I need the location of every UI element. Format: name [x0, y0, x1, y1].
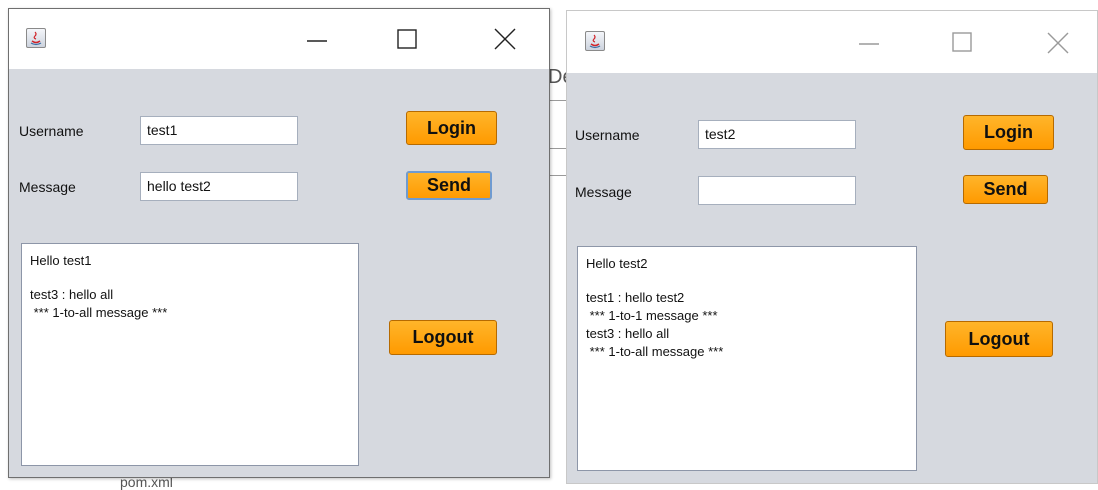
logout-button[interactable]: Logout [389, 320, 497, 355]
username-field[interactable]: test1 [140, 116, 298, 145]
close-icon[interactable] [1038, 23, 1078, 63]
username-label: Username [575, 127, 640, 143]
message-field[interactable] [698, 176, 856, 205]
chat-window-right: Username test2 Login Message Send Hello … [566, 10, 1098, 484]
java-app-icon [585, 31, 605, 51]
java-app-icon [26, 28, 46, 48]
chat-line: test1 : hello test2 [586, 290, 685, 305]
chat-log[interactable]: Hello test1 test3 : hello all *** 1-to-a… [21, 243, 359, 466]
background-divider [548, 100, 566, 101]
chat-line: test3 : hello all [30, 287, 114, 302]
maximize-icon[interactable] [942, 23, 982, 63]
message-field[interactable]: hello test2 [140, 172, 298, 201]
chat-line: Hello test1 [30, 253, 92, 268]
send-button[interactable]: Send [406, 171, 492, 200]
chat-line: test3 : hello all [586, 326, 670, 341]
login-button[interactable]: Login [963, 115, 1054, 150]
minimize-icon[interactable] [297, 19, 337, 59]
title-bar [9, 9, 549, 69]
minimize-icon[interactable] [849, 23, 889, 63]
maximize-icon[interactable] [387, 19, 427, 59]
chat-line: *** 1-to-all message *** [586, 344, 724, 359]
chat-log[interactable]: Hello test2 test1 : hello test2 *** 1-to… [577, 246, 917, 471]
background-divider [548, 148, 566, 149]
chat-line: *** 1-to-1 message *** [586, 308, 718, 323]
logout-button[interactable]: Logout [945, 321, 1053, 357]
chat-line: Hello test2 [586, 256, 648, 271]
send-button[interactable]: Send [963, 175, 1048, 204]
username-field[interactable]: test2 [698, 120, 856, 149]
chat-window-left: Username test1 Login Message hello test2… [8, 8, 550, 478]
background-divider [548, 175, 566, 176]
message-label: Message [575, 184, 632, 200]
username-label: Username [19, 123, 84, 139]
close-icon[interactable] [485, 19, 525, 59]
message-label: Message [19, 179, 76, 195]
login-button[interactable]: Login [406, 111, 497, 145]
title-bar [567, 11, 1097, 73]
chat-line: *** 1-to-all message *** [30, 305, 168, 320]
